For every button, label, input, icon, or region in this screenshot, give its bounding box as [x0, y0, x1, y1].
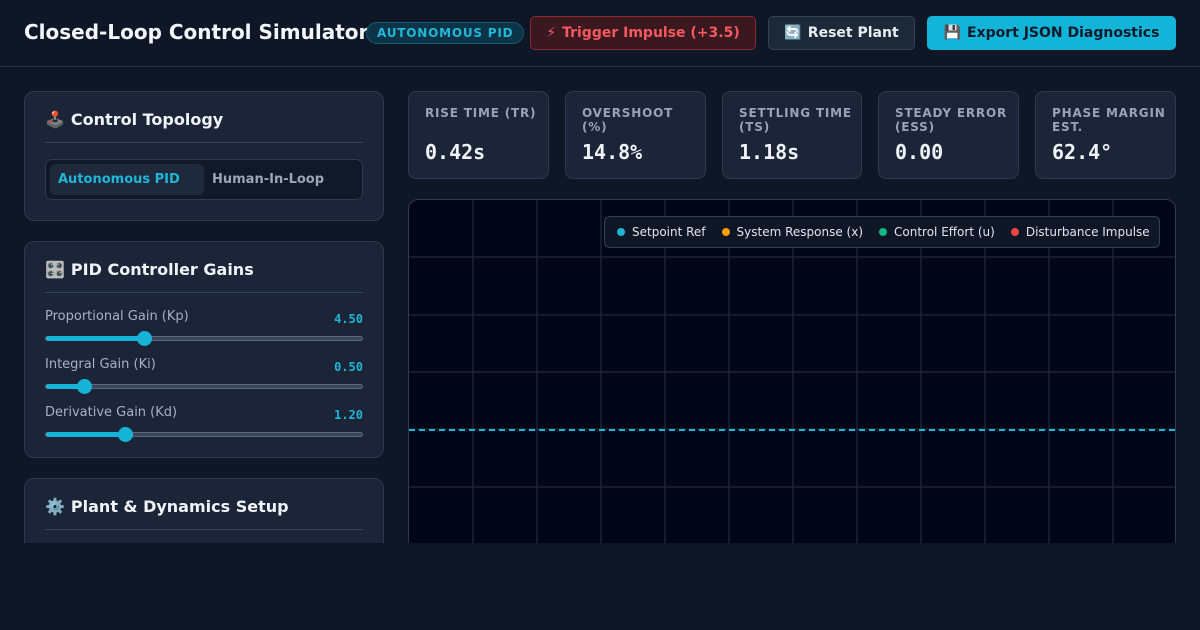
ki-label: Integral Gain (Ki) [45, 357, 156, 372]
kp-label: Proportional Gain (Kp) [45, 309, 189, 324]
metric-label: OVERSHOOT (%) [582, 106, 674, 134]
divider [45, 529, 363, 530]
ki-value: 0.50 [334, 360, 363, 374]
pid-gains-panel: 🎛️ PID Controller Gains Proportional Gain… [24, 241, 384, 458]
topology-title: Control Topology [70, 110, 224, 129]
refresh-icon: 🔄 [784, 25, 802, 41]
kp-slider[interactable] [45, 331, 363, 346]
metric-label: RISE TIME (TR) [425, 106, 537, 120]
reset-plant-button[interactable]: 🔄 Reset Plant [768, 16, 915, 50]
legend-label: System Response (x) [736, 225, 864, 239]
legend-dot [1010, 228, 1019, 236]
trigger-impulse-label: Trigger Impulse (+3.5) [562, 25, 740, 41]
metric-value: 0.00 [895, 140, 944, 164]
export-json-button[interactable]: 💾 Export JSON Diagnostics [927, 16, 1176, 50]
legend-label: Control Effort (u) [894, 225, 995, 239]
divider [45, 142, 363, 143]
top-bar: Closed-Loop Control Simulator AUTONOMOUS… [0, 0, 1200, 67]
legend-dot [617, 228, 625, 236]
kp-slider-thumb[interactable] [137, 331, 152, 346]
topology-toggle: Autonomous PID Human-In-Loop [45, 159, 363, 200]
control-topology-panel: 🕹️ Control Topology Autonomous PID Human-… [24, 91, 384, 221]
lightning-icon: ⚡ [546, 25, 557, 41]
metric-value: 62.4° [1052, 140, 1113, 164]
kd-value: 1.20 [334, 408, 363, 422]
metric-phase-margin: PHASE MARGIN EST. 62.4° [1035, 91, 1176, 179]
page-bottom [0, 543, 1200, 630]
metric-overshoot: OVERSHOOT (%) 14.8% [565, 91, 706, 179]
mode-badge: AUTONOMOUS PID [366, 22, 525, 44]
metric-label: PHASE MARGIN EST. [1052, 106, 1166, 134]
panel-title: ⚙️ Plant & Dynamics Setup [45, 497, 289, 516]
topology-option-human-in-loop[interactable]: Human-In-Loop [204, 164, 354, 195]
app-title: Closed-Loop Control Simulator [24, 20, 369, 44]
legend-item-setpoint: Setpoint Ref [617, 225, 706, 239]
legend-dot [721, 228, 730, 236]
legend-label: Disturbance Impulse [1025, 225, 1150, 239]
legend-dot [879, 228, 888, 236]
ki-slider-thumb[interactable] [77, 379, 92, 394]
legend-item-response: System Response (x) [721, 225, 864, 239]
plant-title: Plant & Dynamics Setup [70, 497, 289, 516]
panel-title: 🎛️ PID Controller Gains [45, 260, 254, 279]
trigger-impulse-button[interactable]: ⚡ Trigger Impulse (+3.5) [530, 16, 756, 50]
ki-slider[interactable] [45, 379, 363, 394]
kp-value: 4.50 [334, 312, 363, 326]
joystick-icon: 🕹️ [45, 110, 65, 129]
control-knobs-icon: 🎛️ [45, 260, 65, 279]
topology-option-autonomous-pid[interactable]: Autonomous PID [50, 164, 204, 195]
legend-item-effort: Control Effort (u) [879, 225, 995, 239]
metric-settling-time: SETTLING TIME (TS) 1.18s [722, 91, 862, 179]
panel-title: 🕹️ Control Topology [45, 110, 223, 129]
metric-value: 14.8% [582, 140, 643, 164]
metric-label: SETTLING TIME (TS) [739, 106, 852, 134]
kd-label: Derivative Gain (Kd) [45, 405, 178, 420]
legend-label: Setpoint Ref [632, 225, 706, 239]
metric-label: STEADY ERROR (ESS) [895, 106, 1007, 134]
metric-steady-error: STEADY ERROR (ESS) 0.00 [878, 91, 1019, 179]
kd-slider[interactable] [45, 427, 363, 442]
divider [45, 292, 363, 293]
metric-value: 0.42s [425, 140, 486, 164]
legend-item-disturbance: Disturbance Impulse [1010, 225, 1150, 239]
reset-plant-label: Reset Plant [807, 25, 899, 41]
metric-value: 1.18s [739, 140, 800, 164]
kd-slider-thumb[interactable] [118, 427, 133, 442]
chart-legend: Setpoint Ref System Response (x) Control… [604, 216, 1160, 248]
gains-title: PID Controller Gains [70, 260, 254, 279]
kd-slider-fill [46, 432, 125, 437]
floppy-disk-icon: 💾 [943, 25, 961, 41]
metric-rise-time: RISE TIME (TR) 0.42s [408, 91, 549, 179]
gear-icon: ⚙️ [45, 497, 65, 516]
kp-slider-fill [46, 336, 144, 341]
export-json-label: Export JSON Diagnostics [967, 25, 1160, 41]
